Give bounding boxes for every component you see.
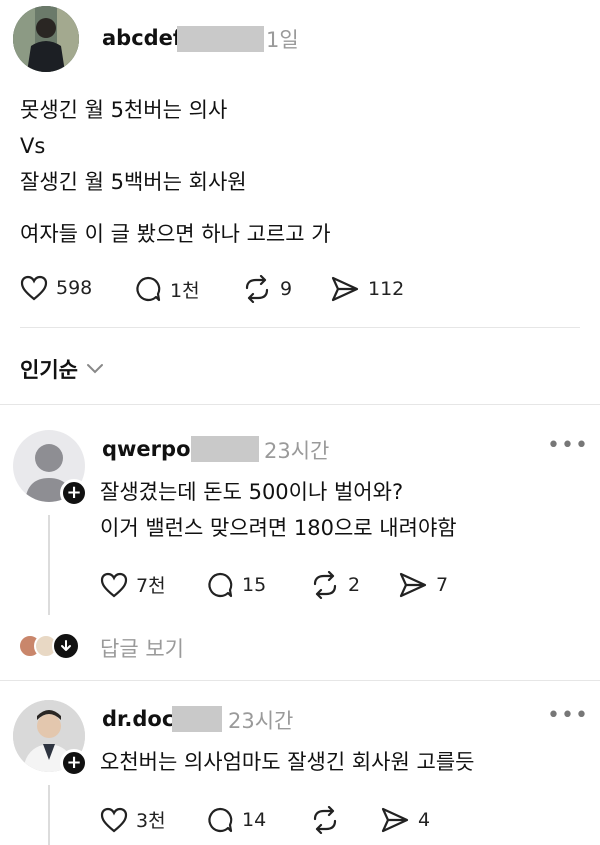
sort-label: 인기순: [20, 358, 78, 382]
post-text-line-1: 못생긴 월 5천버는 의사: [20, 98, 228, 122]
more-options-icon[interactable]: •••: [547, 433, 589, 458]
thread-line: [48, 785, 50, 845]
chevron-down-icon: [86, 364, 103, 374]
comment-like-button[interactable]: 7천: [100, 571, 166, 598]
comment-reply-button[interactable]: 15: [206, 571, 266, 599]
comment-like-count: 7천: [136, 575, 166, 597]
follow-plus-button[interactable]: +: [60, 479, 88, 507]
comment-repost-button[interactable]: 2: [310, 571, 360, 599]
comment-repost-button[interactable]: [310, 806, 348, 834]
username-redaction: [191, 436, 259, 462]
comment-bubble-icon: [136, 276, 161, 302]
heart-icon: [100, 572, 128, 597]
view-replies-link[interactable]: 답글 보기: [100, 633, 184, 663]
post-like-button[interactable]: 598: [20, 275, 92, 301]
comment-time: 23시간: [264, 439, 330, 463]
post-avatar[interactable]: [13, 6, 79, 72]
expand-replies-icon: [52, 632, 80, 660]
avatar-photo: [13, 6, 79, 72]
comment-reply-count: 15: [242, 574, 267, 596]
comment-reply-count: 14: [242, 809, 267, 831]
post-share-button[interactable]: 112: [330, 275, 404, 303]
comment-text-line-2: 이거 밸런스 맞으려면 180으로 내려야함: [100, 516, 457, 540]
post-divider: [20, 327, 580, 328]
comment-username[interactable]: dr.doc: [102, 707, 174, 731]
comment-time: 23시간: [228, 709, 294, 733]
post-time: 1일: [266, 28, 299, 52]
repost-icon: [245, 275, 269, 303]
username-redaction: [172, 706, 222, 732]
reply-avatars[interactable]: [18, 632, 84, 660]
heart-icon: [20, 275, 48, 301]
post-username[interactable]: abcdef: [102, 26, 182, 50]
repost-icon: [313, 806, 337, 834]
comment-divider: [0, 680, 600, 681]
send-icon: [399, 572, 427, 598]
post-share-count: 112: [368, 278, 405, 300]
heart-icon: [100, 807, 128, 832]
post-text-line-3: 잘생긴 월 5백버는 회사원: [20, 170, 247, 194]
post-repost-button[interactable]: 9: [242, 275, 292, 303]
comment-bubble-icon: [208, 572, 233, 598]
arrow-down-icon: [61, 640, 71, 651]
sort-dropdown[interactable]: 인기순: [20, 354, 104, 384]
comment-share-count: 4: [418, 809, 431, 831]
username-redaction: [177, 26, 264, 52]
repost-icon: [313, 571, 337, 599]
comment-share-count: 7: [436, 574, 449, 596]
comment-repost-count: 2: [348, 574, 361, 596]
send-icon: [381, 807, 409, 833]
follow-plus-button[interactable]: +: [60, 749, 88, 777]
comment-share-button[interactable]: 7: [398, 571, 448, 599]
comment-bubble-icon: [208, 807, 233, 833]
comment-username[interactable]: qwerpoi: [102, 437, 198, 461]
comment-reply-button[interactable]: 14: [206, 806, 266, 834]
post-text-line-4: 여자들 이 글 봤으면 하나 고르고 가: [20, 222, 331, 246]
comment-like-count: 3천: [136, 810, 166, 832]
comment-text-line-1: 잘생겼는데 돈도 500이나 벌어와?: [100, 480, 404, 504]
more-options-icon[interactable]: •••: [547, 703, 589, 728]
thread-line: [48, 515, 50, 615]
post-text-line-2: Vs: [20, 134, 46, 158]
sort-divider: [0, 404, 600, 405]
comment-share-button[interactable]: 4: [380, 806, 430, 834]
post-like-count: 598: [56, 277, 93, 299]
comment-like-button[interactable]: 3천: [100, 806, 166, 833]
send-icon: [331, 276, 359, 302]
comment-text-line-1: 오천버는 의사엄마도 잘생긴 회사원 고를듯: [100, 750, 475, 774]
post-comment-count: 1천: [170, 279, 200, 302]
post-comment-button[interactable]: 1천: [134, 275, 200, 303]
post-repost-count: 9: [280, 278, 293, 300]
